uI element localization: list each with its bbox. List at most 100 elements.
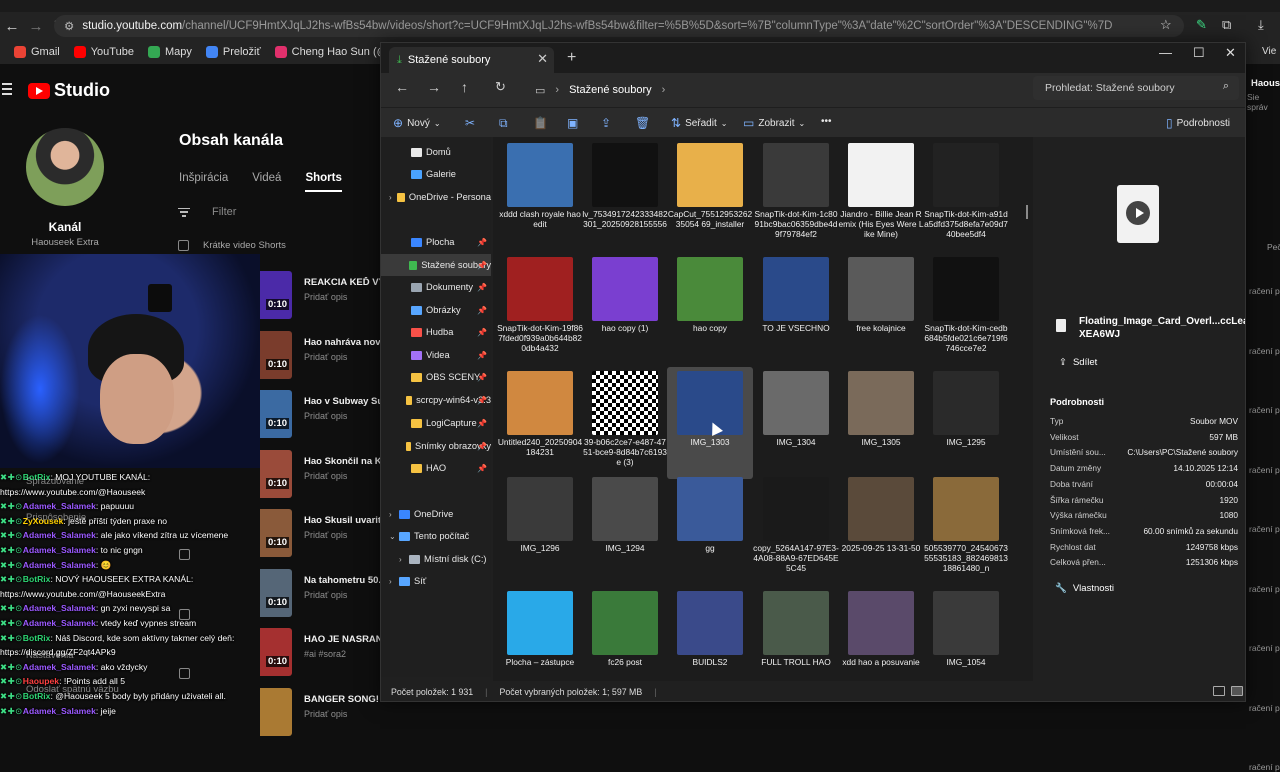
file-item[interactable]: lv_7534917242333482301_20250928155556 [582,139,668,251]
filter-icon[interactable] [178,207,190,217]
nav-item[interactable]: Galerie [381,163,491,185]
video-title[interactable]: REAKCIA KEĎ VYJI [304,277,380,288]
chevron-down-icon[interactable]: ⌄ [389,532,399,541]
video-thumbnail[interactable] [260,271,292,319]
video-row[interactable]: 0:10 Hao Skončil na Ka Pridať opis [260,449,380,498]
share-button[interactable]: ⇪ Sdílet [1059,357,1097,368]
nav-item[interactable]: LogiCapture 📌 [381,412,491,434]
nav-item[interactable]: Hudba 📌 [381,321,491,343]
download-icon[interactable]: ⤓ [1258,17,1264,33]
nav-item[interactable]: › OneDrive [381,503,491,525]
copy-button[interactable]: ⧉ [499,116,508,131]
file-item[interactable]: 39-b06c2ce7-e487-4751-bce9-8d84b7c6193e … [582,367,668,479]
search-box[interactable]: Prohledat: Stažené soubory ⌕ [1033,76,1239,100]
file-item[interactable]: SnapTik-dot-Kim-cedb684b5fde021c6e719f67… [923,253,1009,365]
file-item[interactable]: gg [667,473,753,585]
video-title[interactable]: Hao Skončil na Ka [304,456,380,467]
list-view-icon[interactable] [1213,686,1225,696]
forward-icon[interactable]: → [24,14,48,38]
video-row[interactable]: 0:10 Hao Skusil uvariť H Pridať opis [260,509,380,557]
video-thumbnail[interactable] [260,390,292,438]
nav-item[interactable]: › Místní disk (C:) [381,548,491,570]
bookmarks-overflow[interactable]: Vie [1262,46,1276,57]
nav-item[interactable]: Videa 📌 [381,344,491,366]
video-title[interactable]: Hao v Subway Surf [304,396,380,407]
file-item[interactable]: free kolajnice [838,253,924,365]
video-row[interactable]: 0:10 Na tahometru 50... Pridať opis [260,568,380,617]
delete-button[interactable]: 🗑 [635,116,650,130]
filter-input[interactable]: Filter [212,206,236,218]
file-item[interactable]: IMG_1295 [923,367,1009,479]
select-all-checkbox[interactable] [178,240,189,251]
file-item[interactable]: IMG_1304 [753,367,839,479]
rename-button[interactable]: ▣ [567,116,578,130]
site-info-icon[interactable]: ⚙ [64,19,74,33]
video-title[interactable]: Hao Skusil uvariť H [304,515,380,526]
file-item[interactable]: BUIDLS2 [667,587,753,681]
file-item[interactable]: IMG_1294 [582,473,668,585]
bookmark-item[interactable]: Mapy [147,46,192,58]
video-thumbnail[interactable] [260,330,292,379]
nav-item[interactable]: OBS SCENY 📌 [381,366,491,388]
path-chevron-icon[interactable]: › [662,84,666,96]
video-thumbnail[interactable] [260,687,292,736]
forward-icon[interactable]: → [427,79,441,95]
chevron-right-icon[interactable]: › [389,510,399,519]
studio-logo[interactable]: Studio [28,80,110,101]
sidebar-menu-item[interactable]: Prispôsobenie [26,512,86,523]
back-icon[interactable]: ← [395,79,409,95]
close-window-icon[interactable]: ✕ [1225,45,1236,61]
new-button[interactable]: ⊕ Nový ⌄ [393,116,441,130]
video-title[interactable]: BANGER SONG! [304,694,380,705]
video-thumbnail[interactable] [260,509,292,557]
video-row[interactable]: 0:10 Hao v Subway Surf Pridať opis [260,390,380,438]
nav-item[interactable]: › Síť [381,570,491,592]
video-thumbnail[interactable] [260,628,292,676]
file-item[interactable]: 2025-09-25 13-31-50 [838,473,924,585]
file-item[interactable]: copy_5264A147-97E3-4A08-88A9-67ED645E5C4… [753,473,839,585]
channel-avatar[interactable] [26,128,104,206]
view-button[interactable]: ▭ Zobrazit ⌄ [743,116,805,130]
file-item[interactable]: SnapTik-dot-Kim-a91da5dfd375d8efa7e09d74… [923,139,1009,251]
minimize-icon[interactable]: — [1159,45,1172,60]
tiles-view-icon[interactable] [1231,686,1243,696]
file-item[interactable]: SnapTik-dot-Kim-1c8091bc9bac06359dbe4d9f… [753,139,839,251]
properties-button[interactable]: 🔧 Vlastnosti [1055,583,1114,594]
file-item[interactable]: hao copy (1) [582,253,668,365]
details-pane-button[interactable]: ▯ Podrobnosti [1166,116,1230,130]
chevron-right-icon[interactable]: › [389,577,399,586]
address-bar[interactable]: ⚙ studio.youtube.com/channel/UCF9HmtXJqL… [54,15,1184,37]
nav-item[interactable]: HAO 📌 [381,457,491,479]
extensions-puzzle-icon[interactable]: ⧉ [1222,17,1231,33]
filter-bar[interactable]: Filter [178,206,236,218]
tab-inspiration[interactable]: Inšpirácia [179,172,228,192]
file-item[interactable]: xdd hao a posuvanie [838,587,924,681]
file-item[interactable]: fc26 post [582,587,668,681]
file-item[interactable]: TO JE VSECHNO [753,253,839,365]
sidebar-menu-item[interactable]: Nastavenia [26,650,74,661]
video-title[interactable]: HAO JE NASRANÝ [304,634,380,645]
file-item[interactable]: hao copy [667,253,753,365]
bookmark-star-icon[interactable]: ☆ [1160,17,1172,33]
search-input[interactable]: Prohledat: Stažené soubory [1045,82,1175,94]
bookmark-item[interactable]: YouTube [73,46,134,58]
tab-shorts[interactable]: Shorts [305,172,342,192]
video-row[interactable]: 0:10 HAO JE NASRANÝ #ai #sora2 [260,628,380,676]
nav-item[interactable]: Plocha 📌 [381,231,491,253]
nav-item[interactable]: ⌄ Tento počítač [381,525,491,547]
video-thumbnail[interactable] [260,449,292,498]
bookmark-item[interactable]: Preložiť [205,46,261,58]
nav-item[interactable]: Snímky obrazovky 📌 [381,435,491,457]
file-item[interactable]: 505539770_2454067355535183_8824698131886… [923,473,1009,585]
file-item[interactable]: FULL TROLL HAO [753,587,839,681]
back-icon[interactable]: ← [0,14,24,38]
nav-item[interactable]: Domů [381,141,491,163]
scrollbar-thumb[interactable] [1026,205,1028,219]
video-row[interactable]: BANGER SONG! Pridať opis [260,687,380,736]
file-item[interactable]: Jiandro - Billie Jean Remix (His Eyes We… [838,139,924,251]
sidebar-menu-item[interactable]: Odoslať spätnú väzbu [26,684,119,695]
video-thumbnail[interactable] [260,568,292,617]
sort-button[interactable]: ⇅ Seřadit ⌄ [671,116,727,130]
video-row[interactable]: 0:10 Hao nahráva novú Pridať opis [260,330,380,379]
video-row[interactable]: 0:10 REAKCIA KEĎ VYJI Pridať opis [260,271,380,319]
